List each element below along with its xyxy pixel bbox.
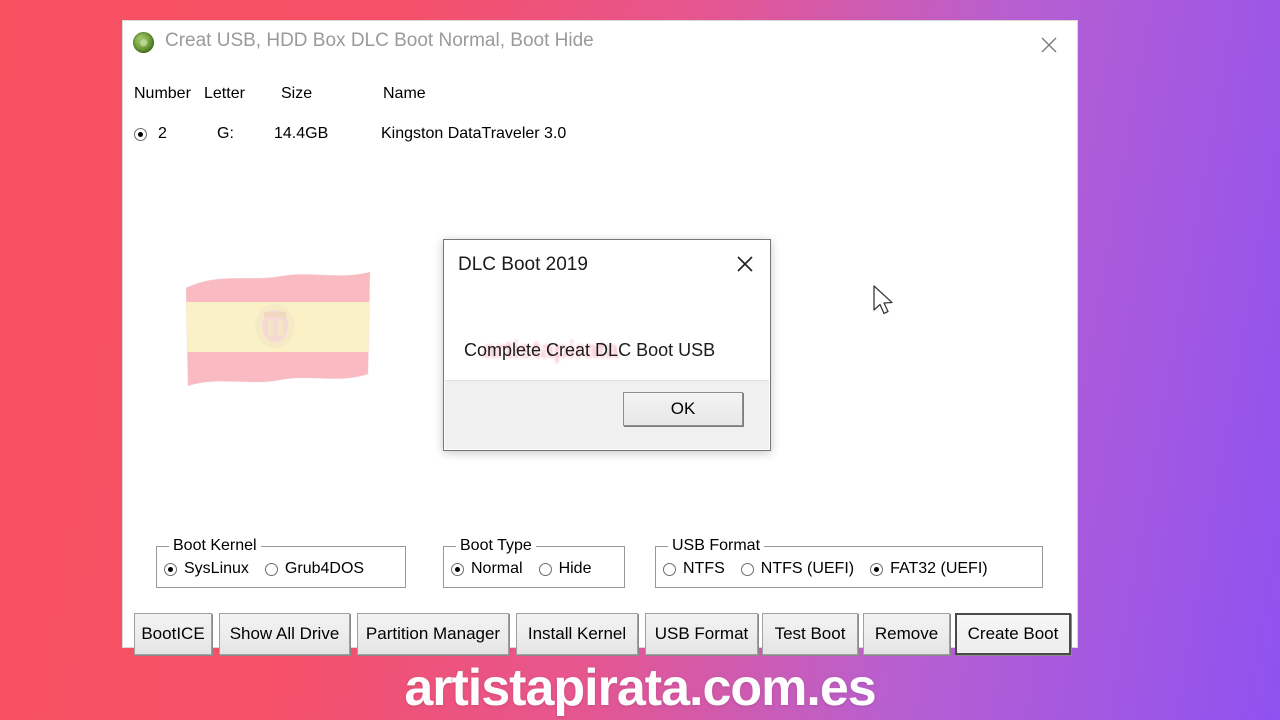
title-bar: Creat USB, HDD Box DLC Boot Normal, Boot… bbox=[123, 21, 1077, 66]
group-boot-kernel-title: Boot Kernel bbox=[169, 537, 261, 555]
radio-hide-indicator[interactable] bbox=[538, 562, 552, 576]
radio-fat32-uefi[interactable]: FAT32 (UEFI) bbox=[870, 560, 988, 578]
table-row[interactable]: 2 G: 14.4GB Kingston DataTraveler 3.0 bbox=[134, 124, 1064, 146]
radio-ntfs-uefi-indicator[interactable] bbox=[740, 562, 754, 576]
radio-syslinux[interactable]: SysLinux bbox=[164, 560, 249, 578]
radio-grub4dos-indicator[interactable] bbox=[264, 562, 278, 576]
dialog-close-icon[interactable] bbox=[728, 248, 762, 278]
column-header-number: Number bbox=[134, 85, 191, 102]
radio-ntfs-uefi[interactable]: NTFS (UEFI) bbox=[740, 560, 855, 578]
test-boot-button[interactable]: Test Boot bbox=[762, 613, 858, 655]
radio-hide[interactable]: Hide bbox=[538, 560, 592, 578]
bootice-button[interactable]: BootICE bbox=[134, 613, 212, 655]
radio-ntfs-indicator[interactable] bbox=[663, 562, 676, 576]
radio-normal[interactable]: Normal bbox=[451, 560, 523, 578]
radio-hide-label: Hide bbox=[558, 560, 592, 577]
ok-button[interactable]: OK bbox=[623, 392, 743, 426]
close-icon[interactable] bbox=[1031, 29, 1067, 59]
radio-fat32-uefi-indicator[interactable] bbox=[870, 562, 884, 576]
group-usb-format: USB Format NTFS NTFS (UEFI) FAT32 (UEFI) bbox=[655, 537, 1043, 588]
dialog-title: DLC Boot 2019 bbox=[458, 254, 588, 275]
dialog-message: Complete Creat DLC Boot USB bbox=[464, 340, 716, 360]
device-number: 2 bbox=[158, 125, 167, 142]
dlc-boot-dialog: DLC Boot 2019 artistapirata Complete Cre… bbox=[443, 239, 771, 451]
column-header-letter: Letter bbox=[204, 85, 245, 102]
radio-normal-label: Normal bbox=[471, 560, 523, 577]
radio-fat32-uefi-label: FAT32 (UEFI) bbox=[890, 560, 988, 577]
column-header-name: Name bbox=[383, 85, 426, 102]
radio-grub4dos[interactable]: Grub4DOS bbox=[264, 560, 365, 578]
column-header-size: Size bbox=[281, 85, 313, 102]
show-all-drive-button[interactable]: Show All Drive bbox=[219, 613, 350, 655]
group-boot-type: Boot Type Normal Hide bbox=[443, 537, 625, 588]
radio-grub4dos-label: Grub4DOS bbox=[284, 560, 365, 577]
group-boot-kernel: Boot Kernel SysLinux Grub4DOS bbox=[156, 537, 406, 588]
main-window: Creat USB, HDD Box DLC Boot Normal, Boot… bbox=[122, 20, 1078, 655]
radio-ntfs-uefi-label: NTFS (UEFI) bbox=[760, 560, 855, 577]
radio-ntfs-label: NTFS bbox=[683, 560, 725, 577]
install-kernel-button[interactable]: Install Kernel bbox=[516, 613, 638, 655]
group-boot-type-title: Boot Type bbox=[456, 537, 536, 555]
partition-manager-button[interactable]: Partition Manager bbox=[357, 613, 509, 655]
dialog-footer: OK bbox=[445, 380, 769, 449]
device-letter: G: bbox=[217, 125, 234, 142]
device-size: 14.4GB bbox=[274, 125, 329, 142]
radio-ntfs[interactable]: NTFS bbox=[663, 560, 725, 578]
radio-normal-indicator[interactable] bbox=[451, 562, 464, 576]
radio-syslinux-indicator[interactable] bbox=[164, 562, 177, 576]
window-title: Creat USB, HDD Box DLC Boot Normal, Boot… bbox=[165, 30, 594, 51]
dlc-boot-logo-icon bbox=[133, 32, 154, 53]
radio-syslinux-label: SysLinux bbox=[184, 560, 249, 577]
device-name: Kingston DataTraveler 3.0 bbox=[381, 125, 567, 142]
site-watermark: artistapirata.com.es bbox=[404, 659, 876, 717]
remove-button[interactable]: Remove bbox=[863, 613, 950, 655]
usb-format-button[interactable]: USB Format bbox=[645, 613, 758, 655]
create-boot-button[interactable]: Create Boot bbox=[955, 613, 1071, 655]
device-select-radio[interactable] bbox=[134, 128, 147, 141]
group-usb-format-title: USB Format bbox=[668, 537, 765, 555]
spain-flag-watermark-icon bbox=[185, 271, 371, 387]
